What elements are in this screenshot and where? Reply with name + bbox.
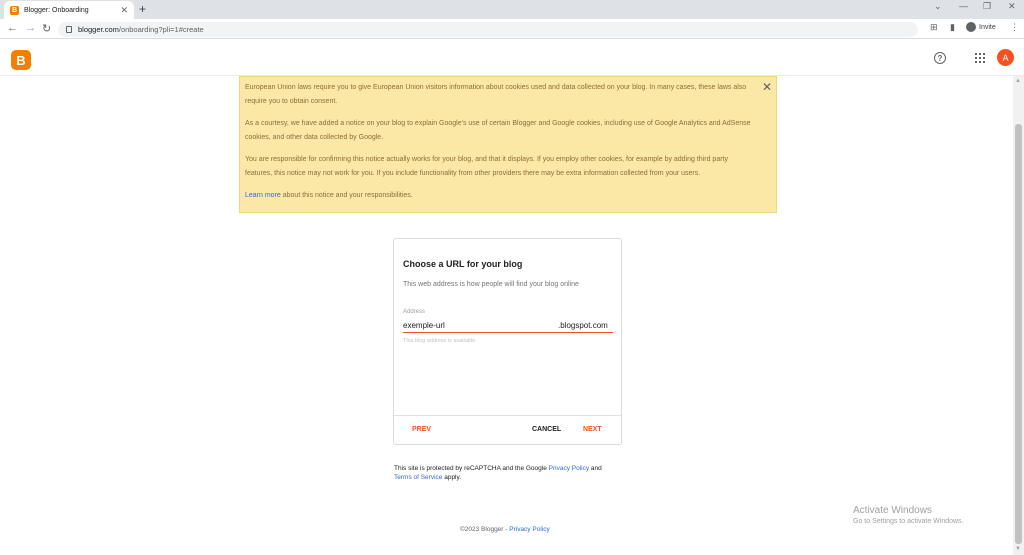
- prev-button[interactable]: PREV: [412, 426, 431, 433]
- app-header: B ? A: [0, 40, 1024, 76]
- address-bar[interactable]: blogger.com /onboarding?pli=1#create: [58, 22, 918, 37]
- google-apps-icon[interactable]: [975, 53, 985, 63]
- address-label: Address: [403, 309, 426, 315]
- card-subtitle: This web address is how people will find…: [403, 281, 579, 288]
- close-notice-icon[interactable]: ✕: [762, 80, 772, 94]
- tab-close-icon[interactable]: ✕: [120, 5, 128, 16]
- learn-more-link[interactable]: Learn more: [245, 192, 281, 199]
- scroll-up-arrow-icon[interactable]: ▲: [1015, 78, 1021, 84]
- new-tab-button[interactable]: +: [139, 2, 146, 16]
- translate-icon[interactable]: ⊞: [930, 22, 938, 33]
- profile-invite-button[interactable]: Invite: [966, 22, 996, 32]
- browser-tab[interactable]: B Blogger: Onboarding ✕: [4, 1, 134, 19]
- help-icon[interactable]: ?: [934, 52, 946, 64]
- notice-learn-more-line: Learn more about this notice and your re…: [245, 189, 756, 203]
- close-window-button[interactable]: ✕: [1008, 1, 1016, 12]
- terms-of-service-link[interactable]: Terms of Service: [394, 474, 442, 481]
- privacy-policy-link[interactable]: Privacy Policy: [549, 465, 589, 472]
- browser-tab-bar: B Blogger: Onboarding ✕ + ⌄ — ❐ ✕: [0, 0, 1024, 19]
- forward-arrow-icon[interactable]: →: [25, 22, 36, 34]
- blogger-logo-icon[interactable]: B: [11, 50, 31, 70]
- tab-search-icon[interactable]: ⌄: [934, 1, 942, 12]
- reload-icon[interactable]: ↻: [42, 22, 51, 35]
- back-arrow-icon[interactable]: ←: [7, 22, 18, 34]
- choose-url-card: Choose a URL for your blog This web addr…: [393, 238, 622, 445]
- watermark-title: Activate Windows: [853, 505, 932, 516]
- footer-copyright: ©2023 Blogger -: [460, 526, 510, 533]
- watermark-subtitle: Go to Settings to activate Windows.: [853, 518, 964, 525]
- minimize-button[interactable]: —: [959, 1, 968, 11]
- restore-button[interactable]: ❐: [983, 1, 991, 12]
- page-footer: ©2023 Blogger - Privacy Policy: [460, 526, 550, 533]
- recaptcha-suffix: apply.: [442, 474, 462, 481]
- browser-toolbar: ← → ↻ blogger.com /onboarding?pli=1#crea…: [0, 19, 1024, 39]
- recaptcha-prefix: This site is protected by reCAPTCHA and …: [394, 465, 549, 472]
- blogger-favicon-icon: B: [10, 5, 19, 15]
- side-panel-icon[interactable]: ▮: [950, 22, 955, 33]
- tab-title: Blogger: Onboarding: [24, 6, 89, 14]
- notice-paragraph: European Union laws require you to give …: [245, 84, 747, 105]
- card-footer: PREV CANCEL NEXT: [394, 415, 621, 445]
- url-path: /onboarding?pli=1#create: [118, 25, 204, 34]
- browser-menu-icon[interactable]: ⋮: [1010, 22, 1019, 33]
- address-availability-text: This blog address is available.: [403, 338, 477, 344]
- learn-more-suffix: about this notice and your responsibilit…: [280, 192, 413, 199]
- scrollbar-thumb[interactable]: [1015, 124, 1022, 544]
- notice-paragraph: You are responsible for confirming this …: [245, 156, 728, 177]
- lock-icon: [66, 26, 72, 33]
- address-suffix: .blogspot.com: [558, 321, 608, 330]
- scroll-down-arrow-icon[interactable]: ▼: [1015, 546, 1021, 552]
- windows-activation-watermark: Activate Windows Go to Settings to activ…: [853, 505, 964, 525]
- invite-label: Invite: [979, 23, 996, 31]
- profile-icon: [966, 22, 976, 32]
- recaptcha-and: and: [589, 465, 602, 472]
- notice-paragraph: As a courtesy, we have added a notice on…: [245, 120, 751, 141]
- avatar[interactable]: A: [997, 49, 1014, 66]
- cancel-button[interactable]: CANCEL: [532, 426, 561, 433]
- url-host: blogger.com: [78, 25, 119, 34]
- eu-cookie-notice: European Union laws require you to give …: [239, 76, 777, 213]
- footer-privacy-link[interactable]: Privacy Policy: [509, 526, 549, 533]
- card-title: Choose a URL for your blog: [403, 259, 523, 269]
- recaptcha-notice: This site is protected by reCAPTCHA and …: [394, 464, 634, 482]
- next-button[interactable]: NEXT: [583, 426, 602, 433]
